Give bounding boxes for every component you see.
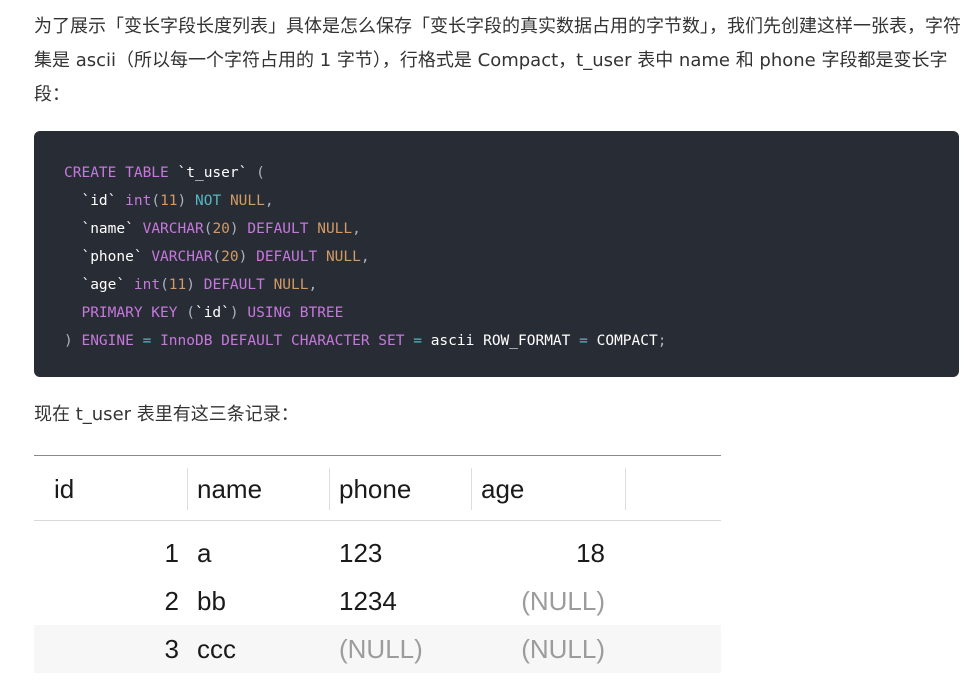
code-token: VARCHAR [142,221,204,237]
code-token: COMPACT [596,333,658,349]
code-token: = [413,333,422,349]
code-token: USING BTREE [247,305,344,321]
cell-age: (NULL) [521,634,605,664]
code-token: `id` [81,193,117,209]
code-token: `name` [81,221,134,237]
code-token: ENGINE [81,333,134,349]
code-token: NOT [195,193,222,209]
column-header-phone: phone [339,474,412,504]
code-token: InnoDB DEFAULT CHARACTER SET [160,333,405,349]
code-token: int [133,277,161,293]
cell-phone: (NULL) [339,634,423,664]
cell-phone: 123 [339,538,383,568]
code-line: `age` int(11) DEFAULT NULL, [81,277,318,293]
cell-id: 2 [164,586,179,616]
code-token: DEFAULT [247,221,309,237]
column-divider [471,468,472,510]
table-header-row: id name phone age [34,455,721,521]
code-token: 11 [160,193,178,209]
code-token: ROW_FORMAT [483,333,571,349]
code-token: PRIMARY KEY [81,305,178,321]
code-line: PRIMARY KEY (`id`) USING BTREE [81,305,344,321]
table-row[interactable]: 1 a 123 18 [34,529,721,577]
cell-phone: 1234 [339,586,397,616]
cell-age: (NULL) [521,586,605,616]
code-token: NULL [317,221,353,237]
code-token: 20 [212,221,230,237]
column-divider [187,468,188,510]
records-paragraph: 现在 t_user 表里有这三条记录： [34,404,299,425]
table-row[interactable]: 2 bb 1234 (NULL) [34,577,721,625]
column-divider [625,468,626,510]
code-line: ) ENGINE = InnoDB DEFAULT CHARACTER SET … [64,333,667,349]
code-token: NULL [229,193,265,209]
records-table: id name phone age 1 a 123 18 2 bb 1234 (… [34,455,721,673]
cell-name: a [197,538,212,568]
code-token: VARCHAR [151,249,213,265]
cell-id: 1 [164,538,179,568]
code-token: DEFAULT [203,277,265,293]
intro-paragraph: 为了展示「变长字段长度列表」具体是怎么保存「变长字段的真实数据占用的字节数」，我… [34,16,961,105]
code-token: `t_user` [177,165,248,181]
code-token: `age` [81,277,126,293]
column-header-name: name [197,474,263,504]
cell-age: 18 [576,538,605,568]
cell-id: 3 [164,634,179,664]
code-token: CREATE TABLE [64,165,169,181]
column-header-id: id [54,474,75,504]
code-line: `phone` VARCHAR(20) DEFAULT NULL, [81,249,370,265]
code-line: CREATE TABLE `t_user` ( [64,165,265,181]
code-line: `id` int(11) NOT NULL, [81,193,274,209]
column-divider [329,468,330,510]
code-token: int [125,193,152,209]
code-token: 20 [221,249,239,265]
code-token: ascii [430,333,475,349]
code-token: = [579,333,588,349]
code-token: 11 [168,277,187,293]
code-token: `id` [194,305,230,321]
column-header-age: age [481,474,525,504]
code-token: `phone` [81,249,143,265]
cell-name: ccc [197,634,236,664]
code-line: `name` VARCHAR(20) DEFAULT NULL, [81,221,361,237]
table-row[interactable]: 3 ccc (NULL) (NULL) [34,625,721,673]
code-token: NULL [273,277,309,293]
code-token: NULL [325,249,361,265]
code-token: DEFAULT [256,249,318,265]
cell-name: bb [197,586,226,616]
sql-code-block: CREATE TABLE `t_user` ( `id` int(11) NOT… [34,131,959,377]
